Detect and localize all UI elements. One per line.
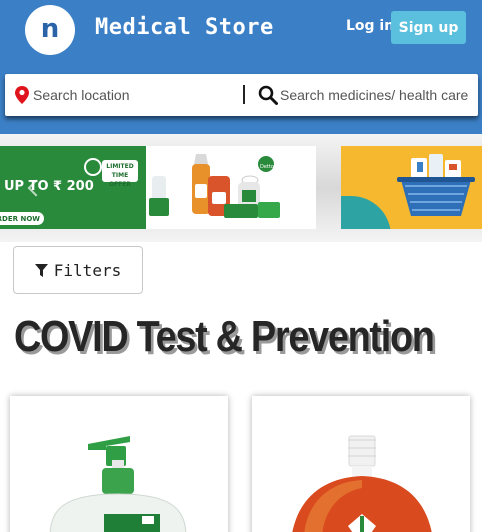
search-icon[interactable] — [258, 85, 278, 105]
banner-offer-text: UP TO ₹ 200 — [4, 179, 94, 194]
promo-carousel[interactable]: UP TO ₹ 200 ORDER NOW LIMITED TIME OFFER… — [0, 134, 482, 242]
order-now-button[interactable]: ORDER NOW — [0, 212, 44, 225]
search-bar — [5, 74, 478, 116]
promo-banner-dettol[interactable]: UP TO ₹ 200 ORDER NOW LIMITED TIME OFFER… — [0, 146, 316, 229]
dettol-logo-text: Dettol — [260, 164, 275, 170]
banner-teal-shape — [341, 196, 391, 229]
limited-offer-badge: LIMITED TIME OFFER — [102, 160, 138, 188]
location-search-input[interactable] — [33, 83, 233, 107]
promo-banner-basket[interactable] — [341, 146, 482, 229]
antiseptic-liquid-bottle-image — [292, 435, 432, 532]
shopping-basket-image — [397, 154, 475, 216]
filters-button[interactable]: Filters — [13, 246, 143, 294]
search-divider — [243, 85, 245, 104]
filter-icon — [34, 263, 48, 277]
login-link[interactable]: Log in — [346, 18, 394, 34]
logo[interactable]: n — [25, 5, 75, 55]
section-title: COVID Test & Prevention — [14, 312, 435, 361]
brand-name: Medical Store — [95, 15, 274, 40]
hand-wash-bottle-image — [49, 436, 187, 532]
filters-label: Filters — [53, 260, 122, 280]
location-pin-icon — [15, 86, 29, 104]
medicine-search-input[interactable] — [280, 83, 478, 107]
product-card[interactable] — [10, 396, 228, 532]
signup-button[interactable]: Sign up — [391, 11, 466, 44]
dettol-products-image: Dettol — [146, 146, 316, 229]
logo-letter: n — [40, 13, 60, 44]
clock-icon — [84, 158, 102, 176]
product-card[interactable] — [252, 396, 470, 532]
